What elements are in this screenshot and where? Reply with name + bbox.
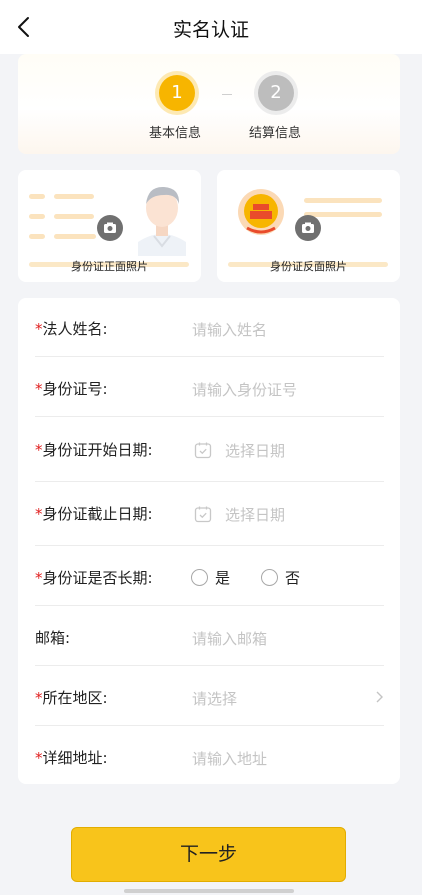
id-start-picker[interactable]: 选择日期 bbox=[225, 440, 285, 461]
legal-name-row: *法人姓名: 请输入姓名 bbox=[35, 298, 384, 357]
long-term-yes-label[interactable]: 是 bbox=[215, 567, 230, 588]
id-back-label: 身份证反面照片 bbox=[270, 260, 347, 273]
required-mark: * bbox=[35, 689, 43, 707]
step-connector bbox=[222, 94, 232, 95]
calendar-icon[interactable] bbox=[194, 441, 212, 459]
id-front-upload[interactable]: 身份证正面照片 bbox=[18, 170, 201, 282]
region-select[interactable]: 请选择 bbox=[192, 688, 237, 709]
required-mark: * bbox=[35, 441, 43, 459]
page-title: 实名认证 bbox=[172, 19, 249, 41]
step-2-label: 结算信息 bbox=[249, 126, 302, 141]
required-mark: * bbox=[35, 505, 43, 523]
home-indicator bbox=[124, 889, 294, 893]
long-term-yes-radio[interactable] bbox=[191, 569, 208, 586]
long-term-no-radio[interactable] bbox=[261, 569, 278, 586]
id-long-term-label: *身份证是否长期: bbox=[35, 569, 153, 587]
calendar-icon[interactable] bbox=[194, 505, 212, 523]
long-term-no-label[interactable]: 否 bbox=[285, 567, 300, 588]
id-end-picker[interactable]: 选择日期 bbox=[225, 504, 285, 525]
email-input[interactable]: 请输入邮箱 bbox=[192, 628, 267, 649]
id-number-input[interactable]: 请输入身份证号 bbox=[192, 379, 297, 400]
divider bbox=[35, 665, 384, 666]
divider bbox=[35, 356, 384, 357]
legal-name-label: *法人姓名: bbox=[35, 320, 108, 338]
nav-bar: 实名认证 bbox=[0, 0, 422, 54]
email-label: 邮箱: bbox=[35, 629, 71, 647]
id-long-term-row: *身份证是否长期: 是 否 bbox=[35, 547, 384, 606]
id-number-row: *身份证号: 请输入身份证号 bbox=[35, 358, 384, 417]
legal-name-input[interactable]: 请输入姓名 bbox=[192, 319, 267, 340]
realname-form: *法人姓名: 请输入姓名 *身份证号: 请输入身份证号 *身份证开始日期: 选择… bbox=[18, 298, 400, 784]
address-row: *详细地址: 请输入地址 bbox=[35, 727, 384, 786]
email-row: 邮箱: 请输入邮箱 bbox=[35, 607, 384, 666]
id-front-label: 身份证正面照片 bbox=[71, 260, 148, 273]
id-start-label: *身份证开始日期: bbox=[35, 441, 153, 459]
camera-icon[interactable] bbox=[97, 215, 123, 241]
required-mark: * bbox=[35, 380, 43, 398]
divider bbox=[35, 605, 384, 606]
address-label: *详细地址: bbox=[35, 749, 108, 767]
id-start-row: *身份证开始日期: 选择日期 bbox=[35, 419, 384, 482]
address-input[interactable]: 请输入地址 bbox=[192, 748, 267, 769]
divider bbox=[35, 545, 384, 546]
id-end-row: *身份证截止日期: 选择日期 bbox=[35, 483, 384, 546]
step-1-label: 基本信息 bbox=[149, 126, 202, 141]
required-mark: * bbox=[35, 320, 43, 338]
divider bbox=[35, 481, 384, 482]
divider bbox=[35, 416, 384, 417]
region-label: *所在地区: bbox=[35, 689, 108, 707]
next-step-button[interactable]: 下一步 bbox=[71, 827, 346, 882]
id-end-label: *身份证截止日期: bbox=[35, 505, 153, 523]
divider bbox=[35, 725, 384, 726]
required-mark: * bbox=[35, 749, 43, 767]
region-row[interactable]: *所在地区: 请选择 bbox=[35, 667, 384, 726]
id-back-upload[interactable]: 身份证反面照片 bbox=[217, 170, 400, 282]
step-2-circle: 2 bbox=[258, 75, 294, 111]
chevron-right-icon bbox=[376, 691, 383, 703]
camera-icon[interactable] bbox=[295, 215, 321, 241]
step-1-circle: 1 bbox=[159, 75, 195, 111]
required-mark: * bbox=[35, 569, 43, 587]
step-indicator: 1 2 基本信息 结算信息 bbox=[18, 54, 400, 154]
id-number-label: *身份证号: bbox=[35, 380, 108, 398]
